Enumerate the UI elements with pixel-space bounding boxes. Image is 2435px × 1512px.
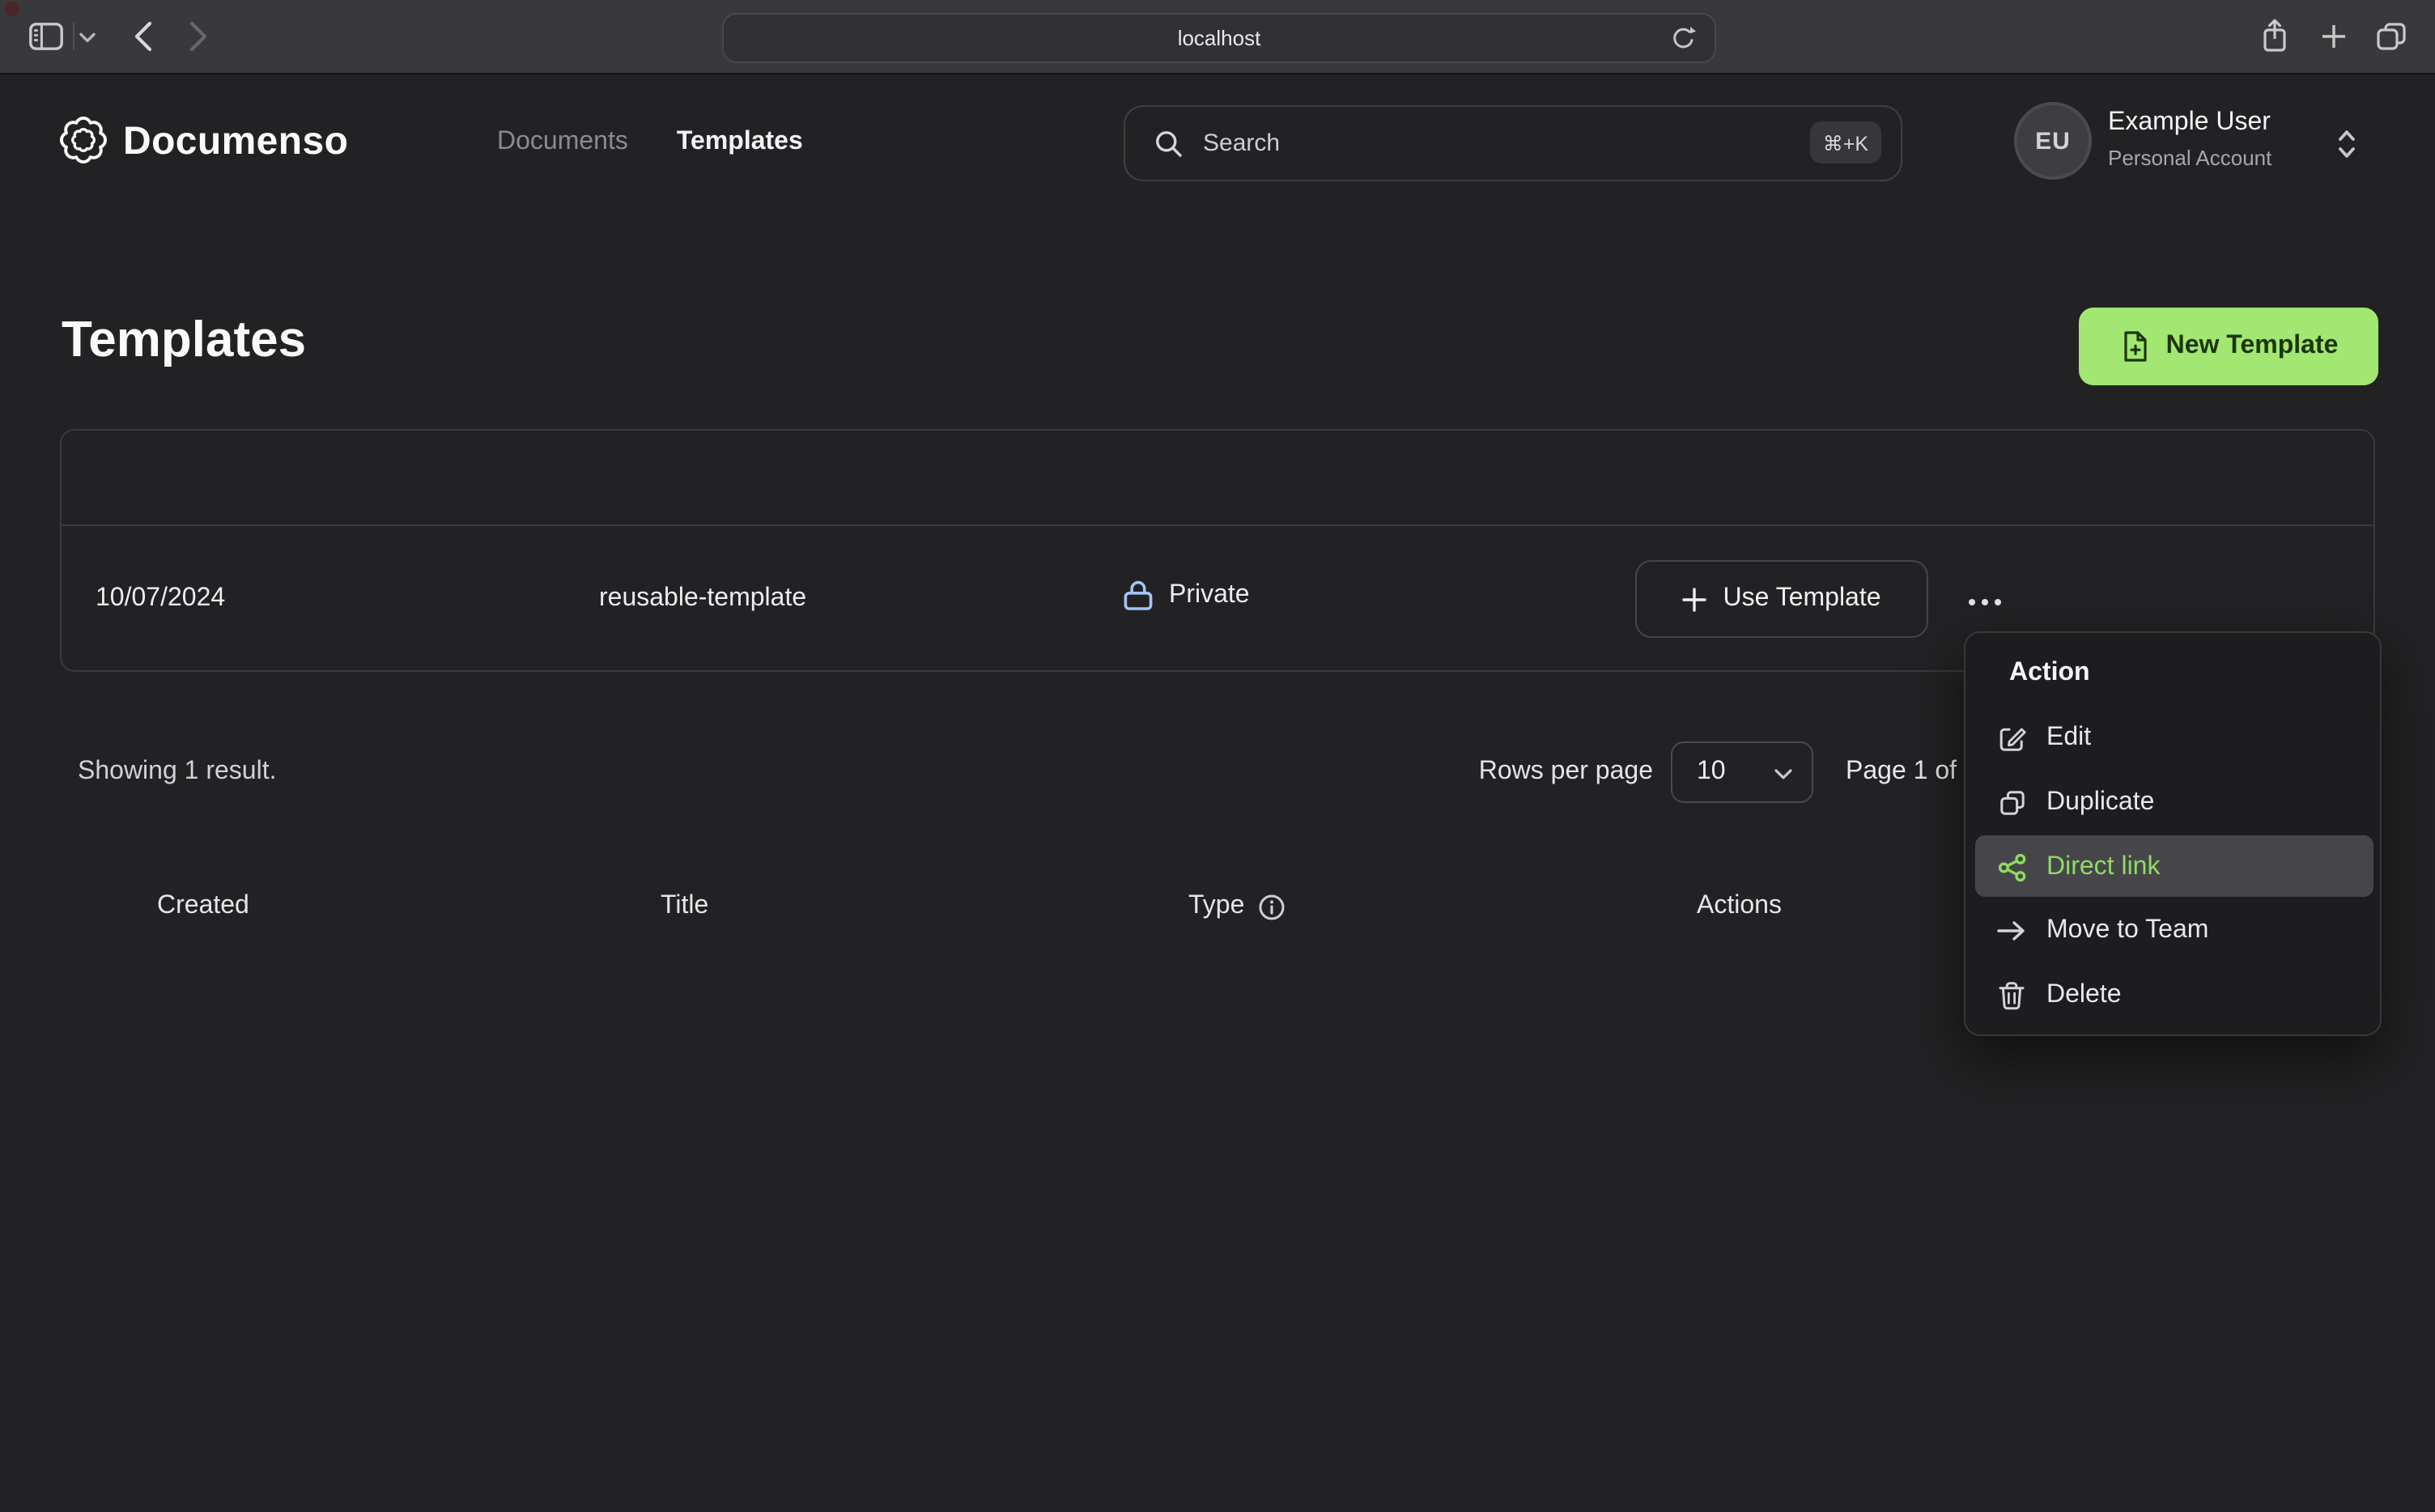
back-button[interactable] xyxy=(130,19,155,53)
menu-item-direct-link[interactable]: Direct link xyxy=(1965,835,2383,900)
nav-item-templates[interactable]: Templates xyxy=(677,128,803,157)
search-placeholder: Search xyxy=(1203,130,1281,157)
table-header-divider xyxy=(62,525,2373,526)
row-title-cell[interactable]: reusable-template xyxy=(599,584,806,614)
chevron-left-icon xyxy=(133,21,152,52)
column-header-type: Type xyxy=(1188,892,1285,921)
plus-icon xyxy=(2319,22,2347,49)
reload-icon xyxy=(1668,23,1696,49)
toolbar-divider xyxy=(73,23,74,50)
column-header-type-label: Type xyxy=(1188,892,1245,920)
menu-item-move-to-team[interactable]: Move to Team xyxy=(1965,898,2383,963)
column-header-created: Created xyxy=(157,892,249,920)
copy-icon xyxy=(1996,788,2027,818)
menu-item-label: Direct link xyxy=(2046,853,2161,881)
chevron-right-icon xyxy=(189,21,209,52)
row-type-label: Private xyxy=(1169,581,1250,609)
edit-icon xyxy=(1996,723,2027,754)
address-bar[interactable]: localhost xyxy=(722,13,1716,63)
sidebar-toggle-button[interactable] xyxy=(26,18,65,53)
row-created-cell: 10/07/2024 xyxy=(96,584,226,612)
lock-icon xyxy=(1124,580,1153,612)
share-button[interactable] xyxy=(2260,16,2289,55)
use-template-label: Use Template xyxy=(1723,584,1881,612)
chevron-down-icon xyxy=(79,32,96,43)
file-plus-icon xyxy=(2119,330,2152,363)
documenso-logo-icon[interactable] xyxy=(58,115,108,165)
new-template-button[interactable]: New Template xyxy=(2079,308,2378,385)
account-switcher-button[interactable] xyxy=(2336,126,2357,162)
avatar-initials: EU xyxy=(2035,127,2071,155)
column-header-actions: Actions xyxy=(1697,892,1782,920)
rows-per-page-value: 10 xyxy=(1697,758,1726,785)
results-count: Showing 1 result. xyxy=(78,758,277,785)
rows-per-page-label: Rows per page xyxy=(1478,758,1653,785)
page-title: Templates xyxy=(62,311,307,367)
menu-item-edit[interactable]: Edit xyxy=(1965,706,2383,771)
menu-item-label: Edit xyxy=(2046,724,2092,751)
column-header-title: Title xyxy=(661,892,709,920)
brand-name[interactable]: Documenso xyxy=(123,120,348,165)
menu-item-delete[interactable]: Delete xyxy=(1965,963,2383,1028)
sidebar-chevron-button[interactable] xyxy=(76,28,99,47)
menu-title: Action xyxy=(2009,659,2090,686)
new-template-label: New Template xyxy=(2165,332,2339,359)
chevron-down-icon xyxy=(1774,769,1792,780)
forward-button[interactable] xyxy=(186,19,212,53)
search-shortcut-badge: ⌘+K xyxy=(1809,121,1881,164)
page-indicator: Page 1 of 1 xyxy=(1846,758,1978,785)
tabs-icon xyxy=(2376,22,2405,49)
sidebar-icon xyxy=(28,22,62,49)
rows-per-page-select[interactable]: 10 xyxy=(1671,741,1813,803)
user-name: Example User xyxy=(2108,108,2271,136)
user-account-type: Personal Account xyxy=(2108,146,2272,170)
share-icon xyxy=(2262,18,2288,53)
use-template-button[interactable]: Use Template xyxy=(1635,560,1928,638)
nav-item-documents[interactable]: Documents xyxy=(497,128,628,157)
chevrons-up-down-icon xyxy=(2336,126,2357,162)
screen: localhost Documenso Documents Templates … xyxy=(0,0,2435,1512)
search-input[interactable]: Search ⌘+K xyxy=(1124,105,1902,181)
row-actions-menu-button[interactable] xyxy=(1954,584,2016,620)
menu-item-duplicate[interactable]: Duplicate xyxy=(1965,771,2383,835)
user-avatar[interactable]: EU xyxy=(2014,102,2092,180)
main-nav: Documents Templates xyxy=(497,128,803,157)
window-traffic-light[interactable] xyxy=(5,2,19,16)
menu-item-label: Duplicate xyxy=(2046,788,2155,816)
menu-item-label: Delete xyxy=(2046,981,2122,1009)
share-nodes-icon xyxy=(1996,853,2027,882)
new-tab-button[interactable] xyxy=(2318,21,2348,50)
url-text: localhost xyxy=(1177,26,1261,50)
trash-icon xyxy=(1996,981,2027,1010)
row-type-cell: Private xyxy=(1124,580,1250,612)
row-action-menu: Action Edit Duplicate Direct link Move t… xyxy=(1964,631,2382,1036)
menu-item-label: Move to Team xyxy=(2046,916,2209,944)
search-icon xyxy=(1154,129,1184,158)
ellipsis-icon xyxy=(1968,598,1976,606)
plus-icon xyxy=(1682,587,1707,611)
tab-overview-button[interactable] xyxy=(2375,21,2406,50)
info-icon[interactable] xyxy=(1257,893,1285,920)
reload-button[interactable] xyxy=(1668,23,1697,50)
arrow-right-icon xyxy=(1996,920,2027,942)
browser-toolbar: localhost xyxy=(0,0,2435,74)
